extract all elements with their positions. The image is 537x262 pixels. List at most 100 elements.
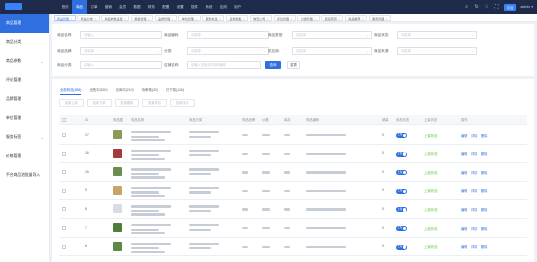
goods-category-input[interactable]: 请输入 <box>80 61 162 69</box>
search-icon[interactable]: ⌕ <box>464 4 470 10</box>
status-tab[interactable]: 已下架(126) <box>166 87 184 95</box>
batch-action-button[interactable]: 批量下架 <box>86 99 112 107</box>
product-type-select[interactable]: 请选择 ⌄ <box>292 31 372 39</box>
row-checkbox[interactable] <box>62 170 66 175</box>
close-icon[interactable]: × <box>386 16 388 21</box>
close-icon[interactable]: × <box>195 16 197 21</box>
row-checkbox[interactable] <box>62 151 66 156</box>
status-toggle[interactable]: 上架 <box>396 133 407 138</box>
close-icon[interactable]: × <box>362 16 364 21</box>
status-tab[interactable]: 仓库中(210) <box>116 87 134 95</box>
close-icon[interactable]: × <box>243 16 245 21</box>
row-action-link[interactable]: 编辑 <box>461 133 467 138</box>
row-checkbox[interactable] <box>62 244 66 249</box>
page-tab[interactable]: 评论管理 × <box>273 14 296 21</box>
row-action-link[interactable]: 详情 <box>471 226 477 231</box>
source-select[interactable]: 请选择 ⌄ <box>397 47 477 55</box>
sidebar-item[interactable]: 服务标签 ⌄ <box>0 128 49 147</box>
close-icon[interactable]: × <box>314 16 316 21</box>
page-tab[interactable]: 服务标签 × <box>202 14 225 21</box>
row-checkbox[interactable] <box>62 133 66 137</box>
row-action-link[interactable]: 编辑 <box>461 188 467 193</box>
sidebar-item[interactable]: 商品分类 <box>0 33 49 52</box>
top-nav-item[interactable]: 订单 <box>87 0 101 14</box>
top-nav-item[interactable]: 首页 <box>58 0 72 14</box>
top-nav-item[interactable]: 系统 <box>202 0 216 14</box>
page-tab[interactable]: 运费模板 × <box>225 14 249 21</box>
sidebar-item[interactable]: 价格管理 <box>0 147 49 166</box>
top-nav-item[interactable]: 会员 <box>116 0 130 14</box>
row-action-link[interactable]: 删除 <box>481 244 487 249</box>
sidebar-item[interactable]: 商品管理 <box>0 14 49 33</box>
row-checkbox[interactable] <box>62 226 66 230</box>
row-action-link[interactable]: 编辑 <box>461 207 467 212</box>
row-action-link[interactable]: 删除 <box>481 133 487 138</box>
row-action-link[interactable]: 详情 <box>471 207 477 212</box>
product-thumbnail[interactable] <box>113 185 122 195</box>
page-tab[interactable]: 商品分类 × <box>77 14 100 21</box>
close-icon[interactable]: × <box>94 16 96 21</box>
top-nav-item[interactable]: 配置 <box>159 0 173 14</box>
row-action-link[interactable]: 详情 <box>471 170 477 175</box>
close-icon[interactable]: × <box>219 16 221 21</box>
row-action-link[interactable]: 编辑 <box>461 170 467 175</box>
row-action-link[interactable]: 删除 <box>481 188 487 193</box>
close-icon[interactable]: × <box>124 16 126 21</box>
row-action-link[interactable]: 编辑 <box>461 244 467 249</box>
product-thumbnail[interactable] <box>113 148 122 158</box>
close-icon[interactable]: × <box>148 16 150 21</box>
batch-action-button[interactable]: 批量删除 <box>114 99 140 107</box>
row-action-link[interactable]: 编辑 <box>461 151 467 156</box>
row-action-link[interactable]: 详情 <box>471 133 477 138</box>
bell-icon[interactable]: ♢ <box>484 4 490 10</box>
page-tab[interactable]: 商品推荐 × <box>344 14 368 21</box>
fullscreen-icon[interactable]: ⛶ <box>494 4 500 10</box>
status-toggle[interactable]: 上架 <box>396 226 407 231</box>
product-thumbnail[interactable] <box>113 223 122 232</box>
row-action-link[interactable]: 删除 <box>481 151 487 156</box>
status-toggle[interactable]: 上架 <box>396 170 407 176</box>
top-nav-item[interactable]: 插件 <box>187 0 201 14</box>
top-nav-item[interactable]: 应用 <box>216 0 230 14</box>
search-button[interactable]: 查询 <box>265 61 281 69</box>
reset-button[interactable]: 重置 <box>287 61 300 69</box>
close-icon[interactable]: × <box>71 16 73 21</box>
row-action-link[interactable]: 详情 <box>471 151 477 156</box>
select-all-checkbox[interactable] <box>62 118 66 122</box>
page-tab[interactable]: 规格管理 × <box>130 14 154 21</box>
sidebar-item[interactable]: 单位管理 <box>0 109 49 128</box>
top-nav-item[interactable]: 设置 <box>173 0 187 14</box>
shop-name-input[interactable]: 请输入关键词/名称/编码 <box>187 61 261 69</box>
status-toggle[interactable]: 上架 <box>396 244 407 250</box>
page-tab[interactable]: 服务管理 × <box>368 14 391 21</box>
supplier-select[interactable]: 请选择 ⌄ <box>292 47 372 55</box>
top-nav-item[interactable]: 营销 <box>101 0 115 14</box>
product-thumbnail[interactable] <box>113 130 122 139</box>
category-select[interactable]: 请选择 ⌄ <box>187 47 269 55</box>
batch-action-button[interactable]: 批量上架 <box>59 99 84 107</box>
top-nav-item[interactable]: 商品 <box>72 0 87 14</box>
page-tab[interactable]: 分类管理 × <box>297 14 320 21</box>
status-tab[interactable]: 出售中(520) <box>89 87 107 95</box>
product-thumbnail[interactable] <box>113 241 122 251</box>
batch-action-button[interactable]: 批量导出 <box>142 99 167 107</box>
row-action-link[interactable]: 编辑 <box>461 226 467 231</box>
close-icon[interactable]: × <box>267 16 269 21</box>
product-code-select[interactable]: 请选择 ⌄ <box>187 31 269 39</box>
row-checkbox[interactable] <box>62 188 66 193</box>
page-tab[interactable]: 单位管理 × <box>178 14 201 21</box>
status-tab[interactable]: 待审核(32) <box>142 87 158 95</box>
row-action-link[interactable]: 详情 <box>471 188 477 193</box>
status-tab[interactable]: 全部商品(888) <box>60 87 82 95</box>
status-toggle[interactable]: 上架 <box>396 188 407 194</box>
user-menu[interactable]: admin ▾ <box>520 5 533 9</box>
product-status-select[interactable]: 请选择 ⌄ <box>397 31 477 39</box>
product-thumbnail[interactable] <box>113 204 122 214</box>
page-tab[interactable]: 物流公司 × <box>249 14 273 21</box>
close-icon[interactable]: × <box>338 16 340 21</box>
sidebar-item[interactable]: 平台商品池批量导入 <box>0 166 49 185</box>
top-nav-item[interactable]: 用户 <box>231 0 245 14</box>
close-icon[interactable]: × <box>291 16 293 21</box>
status-toggle[interactable]: 上架 <box>396 151 407 157</box>
platform-tag[interactable]: 平台 <box>503 3 517 11</box>
